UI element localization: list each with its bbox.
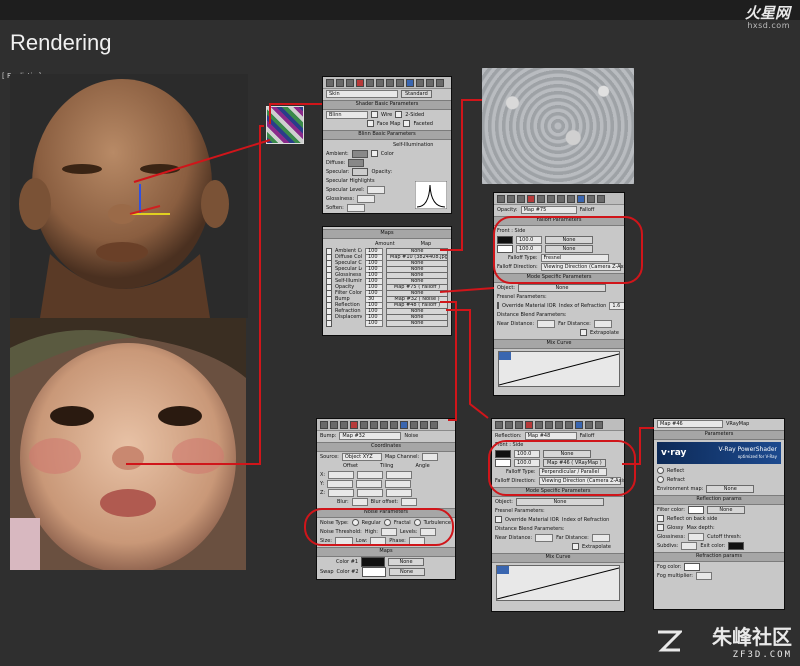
connector-lines	[126, 99, 654, 465]
connector-falloff2-to-vray	[622, 427, 654, 465]
connector-diffuse-to-bump	[440, 99, 482, 251]
zf3d-logo: 朱峰社区 ZF3D.COM	[712, 621, 792, 660]
connector-bump-to-noise	[440, 301, 457, 421]
connector-reflection-to-falloff2	[446, 309, 489, 419]
zf3d-logo-cn: 朱峰社区	[712, 625, 792, 649]
connector-photo-to-texture	[126, 125, 264, 465]
zf3d-logo-icon	[658, 630, 682, 652]
connector-texture-to-material	[269, 103, 322, 124]
connector-opacity-to-falloff	[439, 287, 495, 293]
connector-nose-to-texture	[133, 139, 271, 183]
zf3d-logo-en: ZF3D.COM	[732, 650, 792, 660]
